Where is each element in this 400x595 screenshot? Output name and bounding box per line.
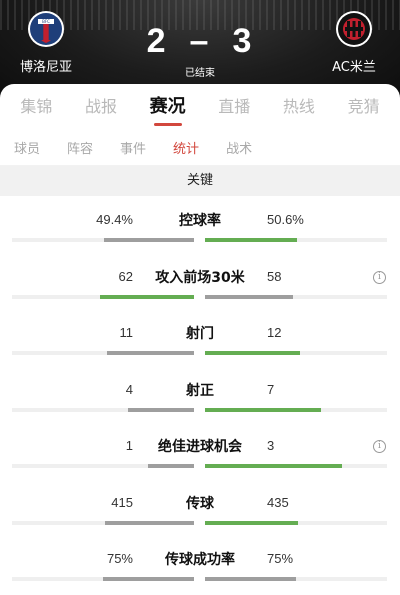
sub-tab-bar: 球员 阵容 事件 统计 战术 [0,130,400,166]
stat-row: 11 射门 12 [0,309,400,366]
away-team-name: AC米兰 [332,60,376,75]
stat-home-bar [105,520,194,525]
stat-row: 75% 传球成功率 75% [0,535,400,592]
stat-home-bar [107,351,194,355]
stat-away-bar-track [205,238,387,242]
stat-away-bar [205,407,321,412]
stat-home-bar-track [12,407,194,412]
stat-home-bar [100,294,194,299]
subtab-lineup[interactable]: 阵容 [67,138,93,157]
stat-row: 4 射正 7 [0,366,400,423]
stats-list: 49.4% 控球率 50.6% 62 攻入前场30米 58 i 11 射门 12 4 射正 7 1 绝佳进球… [0,196,400,592]
subtab-tactics[interactable]: 战术 [226,138,252,157]
stat-away-bar-track [205,407,387,412]
info-icon[interactable]: i [373,270,386,284]
stat-away-value: 435 [267,494,289,510]
subtab-statistics[interactable]: 统计 [173,138,199,157]
tab-report[interactable]: 战报 [85,84,117,130]
stat-row: 1 绝佳进球机会 3 i [0,422,400,479]
home-score: 2 [146,22,168,60]
stat-away-value: 50.6% [267,212,304,227]
subtab-events[interactable]: 事件 [120,138,146,157]
stat-away-bar-track [205,577,387,581]
stat-home-bar-track [12,238,194,242]
stat-away-bar [205,577,296,581]
away-team[interactable]: AC米兰 [314,10,394,75]
stat-away-bar [205,464,342,468]
stat-home-bar-track [12,464,194,468]
section-header-key: 关键 [0,166,400,196]
stat-away-bar-track [205,294,387,299]
stat-away-value: 58 [267,268,282,284]
stat-home-bar [104,238,194,242]
stat-row: 62 攻入前场30米 58 i [0,253,400,310]
stat-home-bar [128,407,194,412]
main-tab-bar: 集锦 战报 赛况 直播 热线 竞猜 [0,84,400,130]
stat-away-value: 12 [267,325,282,340]
ac-milan-crest-icon [335,10,373,48]
info-icon[interactable]: i [373,440,386,453]
tab-live[interactable]: 直播 [218,84,250,130]
stat-away-value: 75% [267,551,294,566]
score-separator: – [189,22,211,60]
stat-home-bar-track [12,577,194,581]
stat-home-bar [148,464,194,468]
stat-away-bar [205,238,297,242]
stat-away-bar [205,351,300,355]
tab-match-status[interactable]: 赛况 [150,84,186,130]
stat-away-bar-track [205,464,387,468]
stat-away-bar [205,294,293,299]
stat-row: 415 传球 435 [0,479,400,536]
stat-away-value: 7 [267,381,275,397]
stat-home-bar-track [12,520,194,525]
stat-away-bar [205,520,298,525]
away-score: 3 [232,22,254,60]
subtab-players[interactable]: 球员 [14,138,40,157]
stat-away-value: 3 [267,438,275,453]
stat-home-bar-track [12,294,194,299]
stat-home-bar-track [12,351,194,355]
tab-highlights[interactable]: 集锦 [20,84,52,130]
stat-home-bar [103,577,194,581]
stat-away-bar-track [205,520,387,525]
stat-row: 49.4% 控球率 50.6% [0,196,400,253]
match-detail-panel: 集锦 战报 赛况 直播 热线 竞猜 球员 阵容 事件 统计 战术 关键 49.4… [0,84,400,595]
stat-away-bar-track [205,351,387,355]
tab-hotline[interactable]: 热线 [283,84,315,130]
tab-prediction[interactable]: 竞猜 [348,84,380,130]
